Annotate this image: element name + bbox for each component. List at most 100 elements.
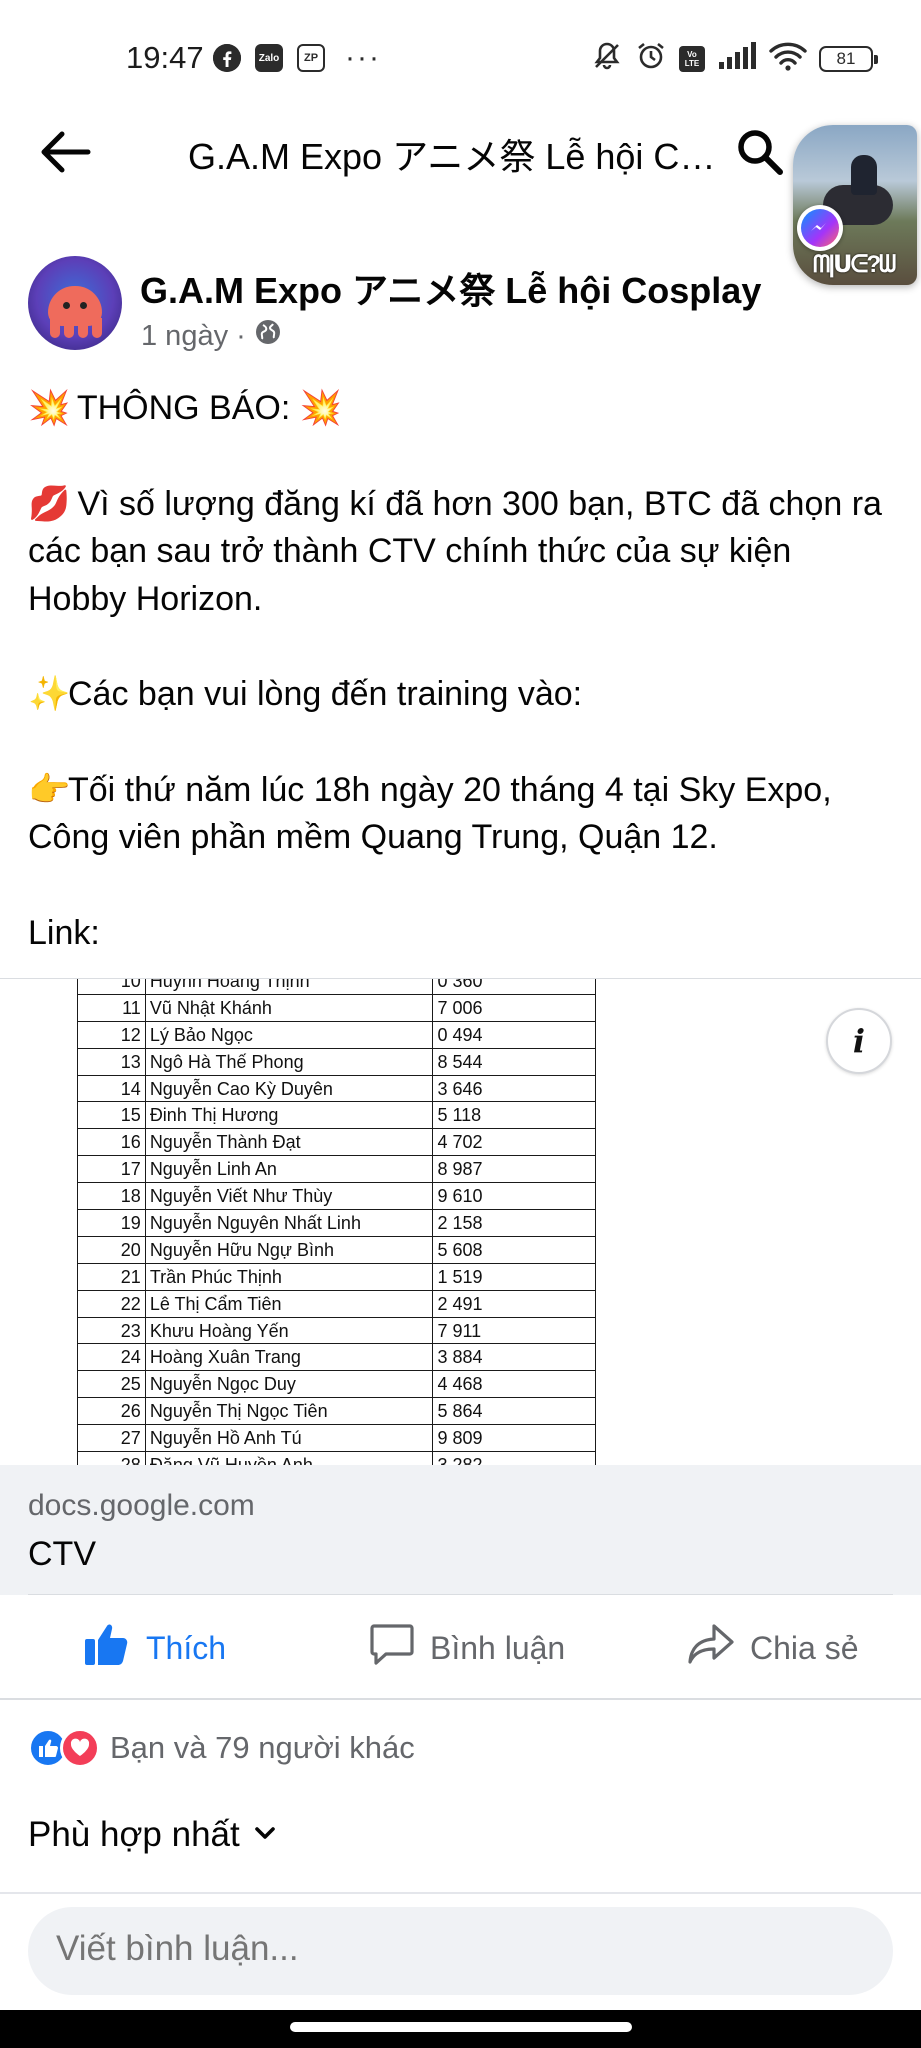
comment-composer[interactable] xyxy=(28,1907,893,1995)
table-cell-code: 5 118 xyxy=(432,1101,596,1130)
globe-icon xyxy=(254,318,282,354)
status-bar: 19:47 Zalo ZP ··· Vo LTE 81 xyxy=(0,0,921,110)
table-row: 13 Ngô Hà Thế Phong 8 544 xyxy=(77,1047,596,1076)
table-cell-name: Nguyễn Ngọc Duy xyxy=(144,1370,434,1399)
lips-emoji-icon: 💋 xyxy=(28,484,71,523)
comment-button[interactable]: Bình luận xyxy=(368,1622,565,1674)
post-author-name[interactable]: G.A.M Expo アニメ祭 Lễ hội Cosplay xyxy=(140,262,761,314)
table-cell-code: 4 702 xyxy=(432,1128,596,1157)
reactions-summary[interactable]: Bạn và 79 người khác xyxy=(28,1726,415,1770)
table-row: 28 Đặng Vũ Huyền Anh 3 282 xyxy=(77,1451,596,1465)
volte-icon: Vo LTE xyxy=(679,45,705,72)
table-cell-name: Nguyễn Thị Ngọc Tiên xyxy=(144,1397,434,1426)
system-icons: Vo LTE 81 xyxy=(591,40,878,77)
table-cell-name: Khưu Hoàng Yến xyxy=(144,1316,434,1345)
table-cell-num: 24 xyxy=(77,1343,146,1372)
like-label: Thích xyxy=(146,1629,227,1666)
table-cell-name: Huỳnh Hoàng Thịnh xyxy=(144,979,434,995)
post-paragraph-schedule: 👉Tối thứ năm lúc 18h ngày 20 tháng 4 tại… xyxy=(28,767,898,862)
alarm-icon xyxy=(635,40,667,77)
post-paragraph-announcement: 💋 Vì số lượng đăng kí đã hơn 300 bạn, BT… xyxy=(28,481,898,624)
share-button[interactable]: Chia sẻ xyxy=(686,1622,859,1674)
messenger-icon xyxy=(797,205,843,251)
messenger-chat-head[interactable]: ᗰ|ᑌᕮ?ᗯ xyxy=(793,125,917,285)
table-cell-name: Lê Thị Cẩm Tiên xyxy=(144,1289,434,1318)
love-reaction-icon xyxy=(60,1728,100,1768)
status-time: 19:47 xyxy=(126,40,204,75)
page-avatar[interactable] xyxy=(28,256,122,350)
table-cell-num: 12 xyxy=(77,1020,146,1049)
post-heading: 💥 THÔNG BÁO: 💥 xyxy=(28,385,898,433)
table-row: 20 Nguyễn Hữu Ngự Bình 5 608 xyxy=(77,1235,596,1264)
post-meta: 1 ngày · xyxy=(141,318,282,354)
table-row: 23 Khưu Hoàng Yến 7 911 xyxy=(77,1316,596,1345)
table-cell-code: 3 282 xyxy=(432,1451,596,1465)
collision-emoji-icon: 💥 xyxy=(299,389,343,427)
post-paragraph-training: ✨Các bạn vui lòng đến training vào: xyxy=(28,671,898,719)
table-cell-name: Nguyễn Linh An xyxy=(144,1155,434,1184)
info-icon[interactable]: i xyxy=(826,1008,892,1074)
table-cell-num: 11 xyxy=(77,993,146,1022)
comment-sort-dropdown[interactable]: Phù hợp nhất xyxy=(28,1815,278,1855)
pointing-finger-emoji-icon: 👉 xyxy=(28,770,71,809)
table-cell-name: Đặng Vũ Huyền Anh xyxy=(144,1451,434,1465)
home-indicator[interactable] xyxy=(290,2022,632,2032)
table-cell-name: Nguyễn Thành Đạt xyxy=(144,1128,434,1157)
table-cell-name: Vũ Nhật Khánh xyxy=(144,993,434,1022)
post-text: 💥 THÔNG BÁO: 💥 💋 Vì số lượng đăng kí đã … xyxy=(28,385,898,957)
spreadsheet-preview: 10 Huỳnh Hoàng Thịnh 0 360 11 Vũ Nhật Khánh 7… xyxy=(77,979,596,1465)
table-cell-code: 9 610 xyxy=(432,1182,596,1211)
link-preview-meta[interactable]: docs.google.com CTV xyxy=(0,1465,921,1595)
more-dots-icon: ··· xyxy=(345,41,381,74)
table-cell-num: 21 xyxy=(77,1262,146,1291)
link-title: CTV xyxy=(28,1535,96,1573)
table-cell-num: 22 xyxy=(77,1289,146,1318)
like-button[interactable]: Thích xyxy=(82,1622,226,1674)
table-cell-name: Hoàng Xuân Trang xyxy=(144,1343,434,1372)
table-cell-num: 15 xyxy=(77,1101,146,1130)
table-row: 10 Huỳnh Hoàng Thịnh 0 360 xyxy=(77,979,596,995)
comment-input[interactable] xyxy=(56,1929,856,1969)
table-cell-name: Đinh Thị Hương xyxy=(144,1101,434,1130)
wifi-icon xyxy=(769,41,807,76)
table-cell-num: 16 xyxy=(77,1128,146,1157)
table-cell-num: 10 xyxy=(77,979,146,995)
post-time[interactable]: 1 ngày xyxy=(141,320,228,353)
divider xyxy=(0,1698,921,1700)
notification-icons: Zalo ZP ··· xyxy=(213,41,381,74)
back-arrow-icon[interactable] xyxy=(36,124,96,180)
link-domain: docs.google.com xyxy=(28,1489,255,1522)
facebook-icon xyxy=(213,44,241,72)
table-cell-code: 1 519 xyxy=(432,1262,596,1291)
table-row: 27 Nguyễn Hồ Anh Tú 9 809 xyxy=(77,1424,596,1453)
table-cell-num: 26 xyxy=(77,1397,146,1426)
table-cell-code: 0 360 xyxy=(432,979,596,995)
table-row: 24 Hoàng Xuân Trang 3 884 xyxy=(77,1343,596,1372)
table-cell-code: 5 864 xyxy=(432,1397,596,1426)
zalo-icon: Zalo xyxy=(255,44,283,72)
table-cell-num: 14 xyxy=(77,1074,146,1103)
link-preview-image[interactable]: 10 Huỳnh Hoàng Thịnh 0 360 11 Vũ Nhật Khánh 7… xyxy=(0,979,921,1465)
divider xyxy=(28,1594,893,1595)
search-icon[interactable] xyxy=(734,126,786,178)
signal-icon xyxy=(717,42,757,75)
table-cell-code: 3 646 xyxy=(432,1074,596,1103)
table-cell-code: 8 987 xyxy=(432,1155,596,1184)
table-cell-code: 7 006 xyxy=(432,993,596,1022)
reactions-count-text: Bạn và 79 người khác xyxy=(110,1730,415,1765)
thumbs-up-icon xyxy=(82,1619,132,1677)
table-cell-code: 3 884 xyxy=(432,1343,596,1372)
table-row: 21 Trần Phúc Thịnh 1 519 xyxy=(77,1262,596,1291)
divider xyxy=(0,1892,921,1894)
table-row: 16 Nguyễn Thành Đạt 4 702 xyxy=(77,1128,596,1157)
table-row: 19 Nguyễn Nguyên Nhất Linh 2 158 xyxy=(77,1209,596,1237)
chat-head-photo-scribble: ᗰ|ᑌᕮ?ᗯ xyxy=(813,251,896,278)
post-actions: Thích Bình luận Chia sẻ xyxy=(0,1596,921,1698)
table-cell-code: 2 491 xyxy=(432,1289,596,1318)
table-row: 11 Vũ Nhật Khánh 7 006 xyxy=(77,993,596,1022)
table-cell-num: 19 xyxy=(77,1209,146,1237)
table-cell-name: Lý Bảo Ngọc xyxy=(144,1020,434,1049)
table-cell-num: 13 xyxy=(77,1047,146,1076)
table-row: 14 Nguyễn Cao Kỳ Duyên 3 646 xyxy=(77,1074,596,1103)
sort-label: Phù hợp nhất xyxy=(28,1815,240,1854)
